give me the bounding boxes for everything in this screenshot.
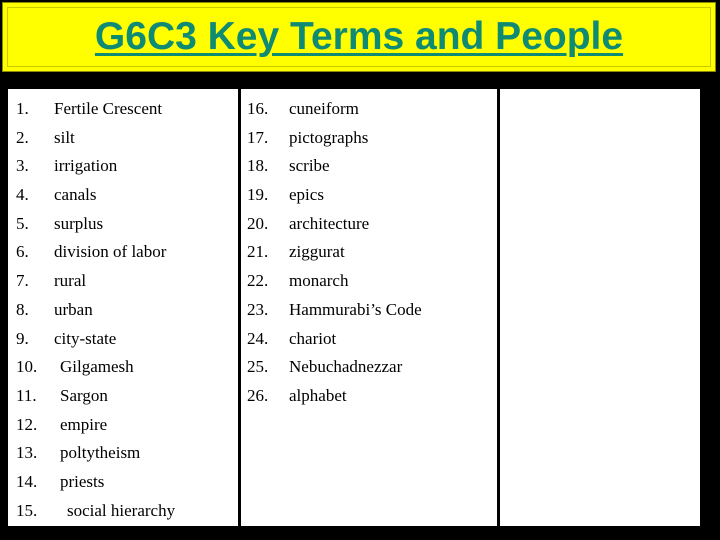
terms-table: 1. Fertile Crescent 2. silt 3. irrigation 4. ca…	[8, 89, 700, 526]
term-label: Sargon	[60, 385, 108, 405]
term-list-item: 9. city-state	[8, 325, 238, 354]
term-label: irrigation	[54, 156, 118, 176]
term-label: surplus	[54, 213, 104, 233]
term-label: cuneiform	[289, 99, 359, 118]
term-number: 26.	[247, 385, 269, 405]
terms-list-3-empty	[500, 95, 700, 526]
term-number: 25.	[247, 357, 269, 377]
term-number: 19.	[247, 185, 269, 205]
term-list-item: 22. monarch	[241, 267, 497, 296]
term-label: poltytheism	[60, 443, 141, 463]
term-label: empire	[60, 414, 108, 434]
term-list-item: 15. social hierarchy	[8, 497, 238, 526]
term-list-item: 4. canals	[8, 181, 238, 210]
term-label: monarch	[289, 271, 349, 291]
term-label: alphabet	[289, 385, 347, 405]
term-list-item: 3. irrigation	[8, 152, 238, 181]
term-label: pictographs	[289, 127, 369, 147]
term-number: 24.	[247, 328, 269, 348]
terms-list-1: 1. Fertile Crescent 2. silt 3. irrigation 4. ca…	[8, 95, 238, 525]
term-label: architecture	[289, 213, 370, 233]
term-list-item: 21. ziggurat	[241, 238, 497, 267]
term-list-item: 19. epics	[241, 181, 497, 210]
term-list-item: 24. chariot	[241, 325, 497, 354]
term-number: 16.	[247, 99, 269, 118]
term-label: silt	[54, 127, 75, 147]
term-number: 1.	[16, 99, 29, 118]
term-label: urban	[54, 299, 93, 319]
term-list-item: 14. priests	[8, 468, 238, 497]
terms-column-3	[497, 89, 700, 526]
term-list-item: 7. rural	[8, 267, 238, 296]
term-number: 18.	[247, 156, 269, 176]
term-number: 9.	[16, 328, 29, 348]
term-number: 20.	[247, 213, 269, 233]
page-title: G6C3 Key Terms and People	[94, 15, 624, 58]
term-list-item: 12. empire	[8, 411, 238, 440]
term-list-item: 10. Gilgamesh	[8, 353, 238, 382]
term-list-item: 5. surplus	[8, 210, 238, 239]
term-list-item: 8. urban	[8, 296, 238, 325]
term-list-item: 18. scribe	[241, 152, 497, 181]
term-number: 11.	[16, 385, 37, 405]
term-number: 14.	[16, 471, 38, 491]
term-number: 12.	[16, 414, 38, 434]
term-label: ziggurat	[289, 242, 345, 262]
term-label: Nebuchadnezzar	[289, 357, 403, 377]
term-number: 10.	[16, 357, 38, 377]
term-label: priests	[60, 471, 105, 491]
term-label: scribe	[289, 156, 330, 176]
title-banner: G6C3 Key Terms and People	[2, 2, 716, 72]
term-list-item: 20. architecture	[241, 210, 497, 239]
term-number: 15.	[16, 500, 38, 520]
term-number: 6.	[16, 242, 29, 262]
terms-list-2: 16. cuneiform 17. pictographs 18. scribe 19. ep…	[241, 95, 497, 411]
term-number: 7.	[16, 271, 29, 291]
term-list-item: 26. alphabet	[241, 382, 497, 411]
term-number: 22.	[247, 271, 269, 291]
term-list-item: 25. Nebuchadnezzar	[241, 353, 497, 382]
term-label: canals	[54, 185, 97, 205]
term-list-item: 16. cuneiform	[241, 95, 497, 124]
term-number: 21.	[247, 242, 269, 262]
term-label: Fertile Crescent	[54, 99, 163, 118]
term-label: city-state	[54, 328, 117, 348]
term-list-item: 6. division of labor	[8, 238, 238, 267]
term-label: social hierarchy	[67, 500, 176, 520]
term-number: 5.	[16, 213, 29, 233]
slide-root: G6C3 Key Terms and People 1. Fertile Cres…	[0, 0, 720, 540]
term-label: chariot	[289, 328, 337, 348]
terms-column-2: 16. cuneiform 17. pictographs 18. scribe 19. ep…	[238, 89, 497, 526]
term-number: 17.	[247, 127, 269, 147]
term-list-item: 2. silt	[8, 124, 238, 153]
term-list-item: 17. pictographs	[241, 124, 497, 153]
term-number: 23.	[247, 299, 269, 319]
term-list-item: 11. Sargon	[8, 382, 238, 411]
term-label: Hammurabi’s Code	[289, 299, 422, 319]
term-label: division of labor	[54, 242, 167, 262]
term-number: 8.	[16, 299, 29, 319]
term-number: 3.	[16, 156, 29, 176]
term-list-item: 1. Fertile Crescent	[8, 95, 238, 124]
term-number: 2.	[16, 127, 29, 147]
term-list-item: 13. poltytheism	[8, 439, 238, 468]
term-list-item: 23. Hammurabi’s Code	[241, 296, 497, 325]
term-number: 13.	[16, 443, 38, 463]
term-label: Gilgamesh	[60, 357, 134, 377]
term-label: epics	[289, 185, 324, 205]
term-label: rural	[54, 271, 87, 291]
term-number: 4.	[16, 185, 29, 205]
terms-column-1: 1. Fertile Crescent 2. silt 3. irrigation 4. ca…	[8, 89, 238, 526]
